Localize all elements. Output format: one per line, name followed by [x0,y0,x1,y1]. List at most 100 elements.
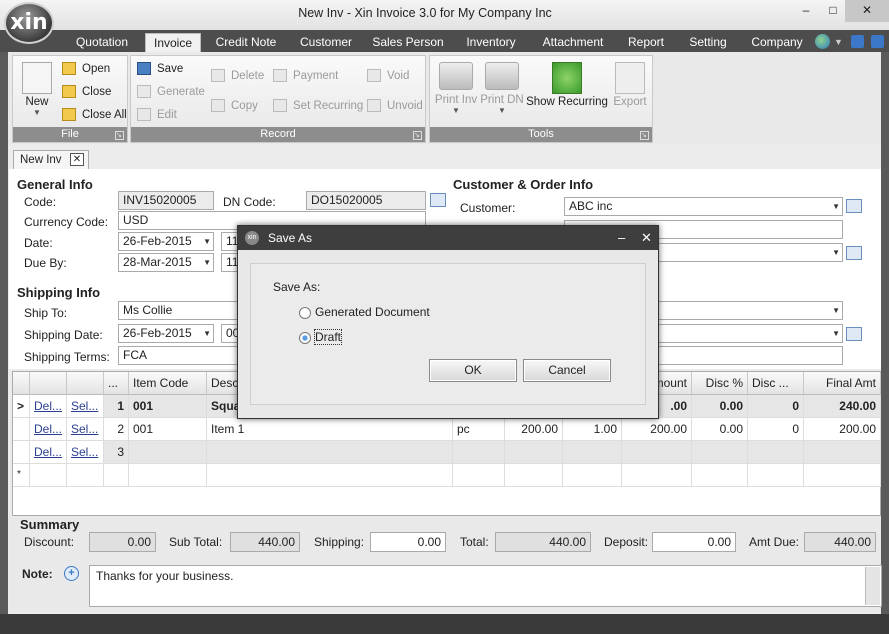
table-cell[interactable] [207,464,453,487]
chevron-down-icon[interactable]: ▼ [203,325,211,342]
show-recurring-button[interactable]: Show Recurring [526,62,608,108]
edit-button[interactable]: Edit [137,106,177,124]
table-cell[interactable]: pc [453,418,505,441]
table-cell[interactable] [692,441,748,464]
table-cell[interactable] [129,464,207,487]
table-cell[interactable] [453,464,505,487]
zoom-in-icon[interactable]: + [64,566,79,581]
grid-header-no[interactable]: ... [104,372,129,395]
tab-credit-note[interactable]: Credit Note [210,33,282,52]
table-cell[interactable] [104,464,129,487]
tab-customer[interactable]: Customer [292,33,360,52]
chevron-down-icon[interactable]: ▼ [834,37,843,47]
table-cell[interactable] [804,464,881,487]
copy-button[interactable]: Copy [211,97,258,115]
grid-header-final-amt[interactable]: Final Amt [804,372,881,395]
table-cell[interactable]: 0 [748,418,804,441]
tab-attachment[interactable]: Attachment [536,33,610,52]
tab-quotation[interactable]: Quotation [66,33,138,52]
grid-header-item-code[interactable]: Item Code [129,372,207,395]
void-button[interactable]: Void [367,67,409,85]
row-selector-marker[interactable] [13,418,30,441]
chevron-down-icon[interactable]: ▼ [203,233,211,250]
select-item-link[interactable]: Sel... [67,395,104,418]
row-selector-marker[interactable]: > [13,395,30,418]
table-cell[interactable] [67,464,104,487]
grid-header-disc-pct[interactable]: Disc % [692,372,748,395]
delete-button[interactable]: Delete [211,67,264,85]
new-button[interactable]: New ▼ [19,62,55,117]
table-cell[interactable] [453,441,505,464]
table-cell[interactable] [207,441,453,464]
close-tab-icon[interactable]: ✕ [70,153,84,166]
grid-header-disc[interactable]: Disc ... [748,372,804,395]
chevron-down-icon[interactable]: ▼ [203,254,211,271]
table-cell[interactable] [622,464,692,487]
dialog-close-button[interactable]: ✕ [641,226,652,250]
table-cell[interactable]: 0.00 [692,418,748,441]
save-button[interactable]: Save [137,60,183,78]
new-row-marker[interactable]: * [13,464,30,487]
chevron-down-icon[interactable]: ▼ [832,198,840,215]
shipping-terms-field[interactable]: FCA [118,346,248,365]
payment-button[interactable]: Payment [273,67,338,85]
note-textarea[interactable]: Thanks for your business. [89,565,882,607]
shipping-input[interactable]: 0.00 [370,532,446,552]
ok-button[interactable]: OK [429,359,517,382]
info-icon[interactable] [851,35,864,48]
table-cell[interactable] [692,464,748,487]
due-date-picker[interactable]: 28-Mar-2015 ▼ [118,253,214,272]
tab-company[interactable]: Company [746,33,808,52]
delete-row-link[interactable]: Del... [30,418,67,441]
print-dn-button[interactable]: Print DN ▼ [480,62,524,115]
select-item-link[interactable]: Sel... [67,441,104,464]
row-selector-marker[interactable] [13,441,30,464]
dialog-launcher-icon[interactable]: ↘ [115,131,124,140]
table-cell[interactable]: 200.00 [505,418,563,441]
dialog-minimize-button[interactable]: – [618,226,625,250]
table-cell[interactable]: 0 [748,395,804,418]
radio-generated-document[interactable]: Generated Document [299,305,430,319]
table-cell[interactable] [505,464,563,487]
ship-to-field[interactable]: Ms Collie [118,301,248,320]
dialog-launcher-icon[interactable]: ↘ [413,131,422,140]
set-recurring-button[interactable]: Set Recurring [273,97,363,115]
close-window-button[interactable]: ✕ [845,0,889,22]
date-picker[interactable]: 26-Feb-2015 ▼ [118,232,214,251]
help-icon[interactable] [871,35,884,48]
export-button[interactable]: Export [608,62,652,108]
edit-dn-icon[interactable] [430,193,446,207]
shipping-date-picker[interactable]: 26-Feb-2015 ▼ [118,324,214,343]
open-button[interactable]: Open [62,60,110,78]
tab-setting[interactable]: Setting [682,33,734,52]
note-scrollbar[interactable] [865,567,880,605]
table-cell[interactable] [505,441,563,464]
edit-customer-icon[interactable] [846,199,862,213]
deposit-input[interactable]: 0.00 [652,532,736,552]
cancel-button[interactable]: Cancel [523,359,611,382]
tab-sales-person[interactable]: Sales Person [368,33,448,52]
edit-terms-icon[interactable] [846,327,862,341]
table-cell[interactable] [563,464,622,487]
table-cell[interactable]: 001 [129,395,207,418]
table-cell[interactable] [748,441,804,464]
table-cell[interactable]: 1.00 [563,418,622,441]
close-all-button[interactable]: Close All [62,106,127,124]
app-logo[interactable]: xin [4,2,54,44]
table-cell[interactable] [563,441,622,464]
dn-code-field[interactable]: DO15020005 [306,191,426,210]
delete-row-link[interactable]: Del... [30,441,67,464]
close-button[interactable]: Close [62,83,111,101]
select-item-link[interactable]: Sel... [67,418,104,441]
print-inv-button[interactable]: Print Inv ▼ [432,62,480,115]
table-cell[interactable]: 001 [129,418,207,441]
edit-contact-icon[interactable] [846,246,862,260]
radio-draft[interactable]: Draft [299,329,343,345]
chevron-down-icon[interactable]: ▼ [832,244,840,261]
dialog-launcher-icon[interactable]: ↘ [640,131,649,140]
table-cell[interactable]: 0.00 [692,395,748,418]
delete-row-link[interactable]: Del... [30,395,67,418]
unvoid-button[interactable]: Unvoid [367,97,423,115]
generate-button[interactable]: Generate [137,83,205,101]
table-cell[interactable] [30,464,67,487]
